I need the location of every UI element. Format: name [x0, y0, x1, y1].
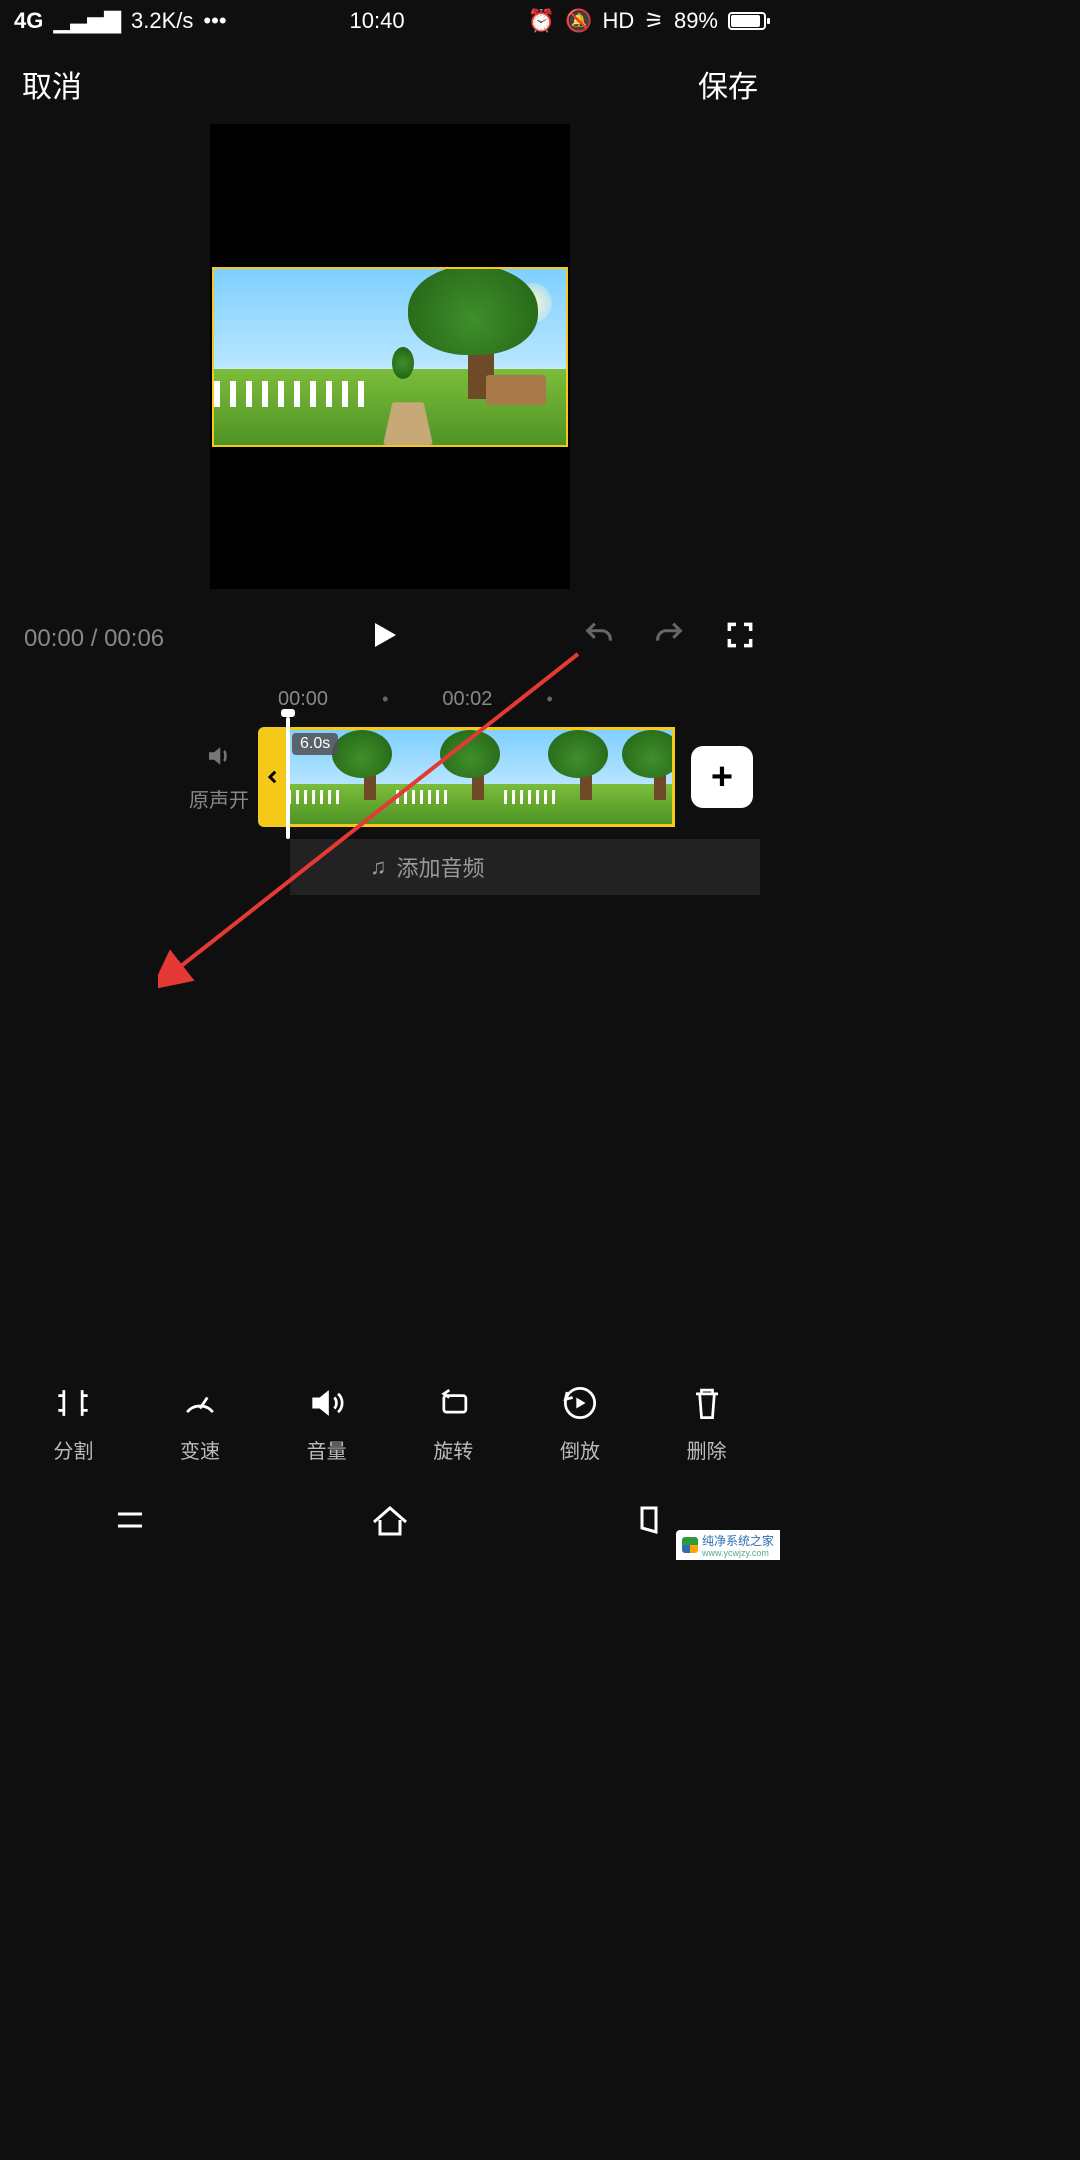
editor-topbar: 取消 保存 — [0, 42, 780, 118]
clip-left-handle[interactable] — [258, 727, 288, 827]
watermark-title: 纯净系统之家 — [702, 1534, 774, 1548]
speed-label: 3.2K/s — [131, 8, 193, 34]
playback-controls: 00:00 / 00:06 — [0, 589, 780, 674]
clip-thumbnails[interactable] — [288, 727, 675, 827]
network-label: 4G — [14, 8, 43, 34]
battery-icon — [728, 12, 766, 30]
more-icon: ••• — [203, 8, 226, 34]
tool-bar: 分割 变速 音量 旋转 倒放 删除 — [0, 1381, 780, 1464]
back-button[interactable] — [626, 1496, 674, 1549]
clip-duration-badge: 6.0s — [292, 733, 338, 755]
watermark: 纯净系统之家 www.ycwjzy.com — [676, 1530, 780, 1560]
signal-bars-icon: ▁▃▅▇ — [53, 8, 121, 34]
original-sound-toggle[interactable]: 原声开 — [180, 741, 258, 813]
watermark-url: www.ycwjzy.com — [702, 1549, 774, 1558]
tool-rotate-label: 旋转 — [433, 1441, 473, 1463]
speed-icon — [145, 1381, 255, 1425]
alarm-icon: ⏰ — [528, 8, 555, 34]
tool-reverse[interactable]: 倒放 — [525, 1381, 635, 1464]
add-audio-label: 添加音频 — [397, 851, 485, 883]
watermark-icon — [682, 1537, 698, 1553]
play-button[interactable] — [366, 617, 402, 660]
split-icon — [18, 1381, 128, 1425]
redo-button[interactable] — [652, 618, 686, 659]
battery-pct: 89% — [674, 8, 718, 34]
speaker-icon — [180, 741, 258, 778]
playhead[interactable] — [286, 717, 290, 839]
tool-rotate[interactable]: 旋转 — [398, 1381, 508, 1464]
tool-volume[interactable]: 音量 — [272, 1381, 382, 1464]
original-sound-label: 原声开 — [189, 790, 249, 812]
tool-delete-label: 删除 — [687, 1441, 727, 1463]
status-bar: 4G ▁▃▅▇ 3.2K/s ••• 10:40 ⏰ 🔕 HD ⚞ 89% — [0, 0, 780, 42]
current-time: 00:00 — [24, 625, 84, 652]
tool-volume-label: 音量 — [307, 1441, 347, 1463]
tool-speed[interactable]: 变速 — [145, 1381, 255, 1464]
rotate-icon — [398, 1381, 508, 1425]
tool-delete[interactable]: 删除 — [652, 1381, 762, 1464]
ruler-dot: • — [382, 689, 388, 710]
video-preview[interactable] — [210, 124, 570, 589]
volume-icon — [272, 1381, 382, 1425]
reverse-icon — [525, 1381, 635, 1425]
video-track[interactable]: 6.0s + — [258, 727, 753, 827]
fullscreen-button[interactable] — [724, 619, 756, 658]
system-nav-bar — [0, 1484, 780, 1560]
music-note-icon: ♫ — [370, 854, 387, 880]
save-button[interactable]: 保存 — [698, 62, 758, 106]
tool-split-label: 分割 — [53, 1441, 93, 1463]
cancel-button[interactable]: 取消 — [22, 62, 82, 106]
add-audio-track[interactable]: ♫ 添加音频 — [290, 839, 760, 895]
trash-icon — [652, 1381, 762, 1425]
clock: 10:40 — [350, 8, 405, 34]
ruler-tick-0: 00:00 — [278, 688, 328, 711]
wifi-icon: ⚞ — [644, 8, 664, 34]
ruler-dot: • — [546, 689, 552, 710]
tool-speed-label: 变速 — [180, 1441, 220, 1463]
dnd-icon: 🔕 — [565, 8, 592, 34]
hd-label: HD — [602, 8, 634, 34]
timeline-ruler[interactable]: 00:00 • 00:02 • — [0, 674, 780, 721]
add-clip-button[interactable]: + — [691, 746, 753, 808]
recents-button[interactable] — [106, 1496, 154, 1549]
tool-split[interactable]: 分割 — [18, 1381, 128, 1464]
ruler-tick-1: 00:02 — [442, 688, 492, 711]
time-display: 00:00 / 00:06 — [24, 625, 164, 653]
undo-button[interactable] — [582, 618, 616, 659]
home-button[interactable] — [366, 1496, 414, 1549]
total-time: 00:06 — [104, 625, 164, 652]
preview-frame — [212, 267, 568, 447]
time-sep: / — [84, 625, 104, 652]
tool-reverse-label: 倒放 — [560, 1441, 600, 1463]
